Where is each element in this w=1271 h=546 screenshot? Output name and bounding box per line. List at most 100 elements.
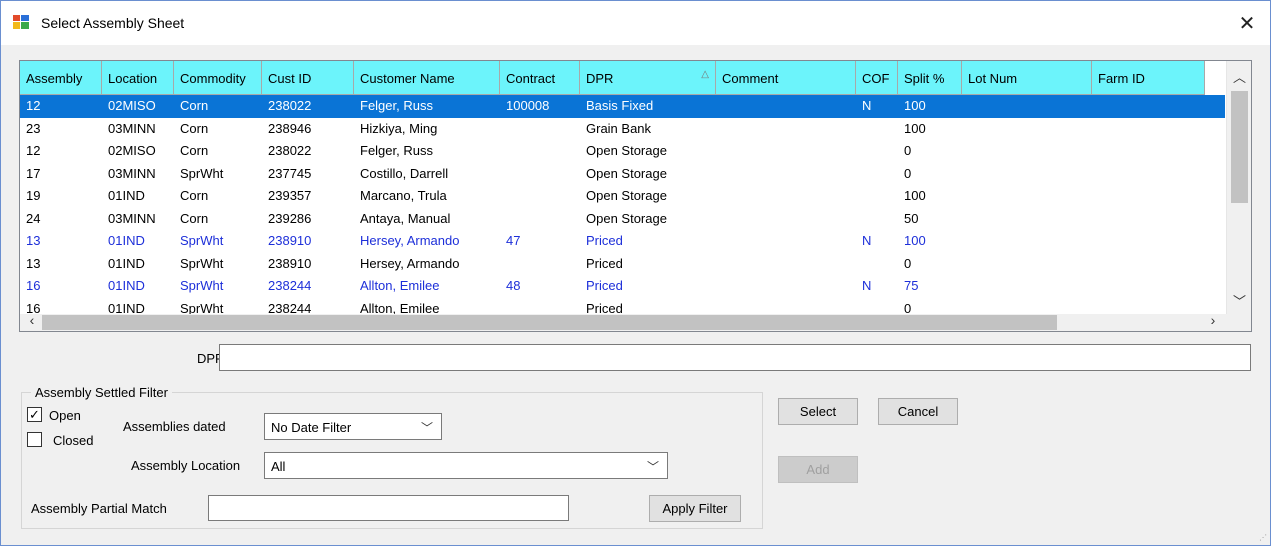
table-cell: Allton, Emilee bbox=[360, 278, 440, 293]
table-cell: 237745 bbox=[268, 165, 312, 181]
column-header[interactable]: Customer Name bbox=[354, 61, 500, 95]
table-cell bbox=[856, 118, 898, 141]
table-cell: 100008 bbox=[506, 98, 550, 113]
table-cell bbox=[962, 253, 1092, 276]
vertical-scrollbar[interactable]: ︿ ﹀ bbox=[1226, 61, 1251, 315]
horizontal-scrollbar[interactable]: ‹ › bbox=[20, 312, 1251, 331]
add-button[interactable]: Add bbox=[778, 456, 858, 483]
table-cell: 48 bbox=[506, 278, 521, 293]
table-row[interactable]: 12 02MISO Corn 238022 Felger, Russ 100008 Basi… bbox=[20, 95, 1225, 118]
column-header[interactable]: Cust ID bbox=[262, 61, 354, 95]
table-cell: N bbox=[862, 98, 872, 113]
partial-match-input[interactable] bbox=[208, 495, 569, 521]
column-header[interactable]: Comment bbox=[716, 61, 856, 95]
resize-grip-icon[interactable]: ⋰ bbox=[1259, 533, 1267, 542]
table-row[interactable]: 12 02MISO Corn 238022 Felger, Russ Open Stora… bbox=[20, 140, 1225, 163]
table-row[interactable]: 17 03MINN SprWht 237745 Costillo, Darrell Ope… bbox=[20, 163, 1225, 186]
assemblies-dated-label: Assemblies dated bbox=[123, 419, 226, 434]
scroll-up-icon[interactable]: ︿ bbox=[1227, 67, 1251, 89]
vertical-scroll-thumb[interactable] bbox=[1231, 91, 1248, 203]
table-cell: 03MINN bbox=[108, 120, 156, 136]
table-cell: 03MINN bbox=[108, 165, 156, 181]
date-filter-dropdown[interactable]: No Date Filter ﹀ bbox=[264, 413, 442, 440]
dpr-field[interactable] bbox=[219, 344, 1251, 371]
table-cell bbox=[962, 275, 1092, 298]
column-header[interactable]: Contract bbox=[500, 61, 580, 95]
table-cell: N bbox=[862, 233, 872, 248]
table-cell: Priced bbox=[586, 233, 623, 248]
column-header[interactable]: Assembly bbox=[20, 61, 102, 95]
closed-checkbox[interactable] bbox=[27, 432, 42, 447]
table-cell bbox=[856, 185, 898, 208]
table-cell: 19 bbox=[26, 188, 41, 203]
table-cell: SprWht bbox=[180, 165, 224, 181]
table-cell: Costillo, Darrell bbox=[360, 165, 449, 181]
table-row[interactable]: 19 01IND Corn 239357 Marcano, Trula Open Stor… bbox=[20, 185, 1225, 208]
table-cell bbox=[1092, 185, 1205, 208]
column-header[interactable]: COF bbox=[856, 61, 898, 95]
column-header[interactable]: Lot Num bbox=[962, 61, 1092, 95]
column-header[interactable]: Split % bbox=[898, 61, 962, 95]
horizontal-scroll-thumb[interactable] bbox=[42, 315, 1057, 330]
table-cell: 238022 bbox=[268, 98, 312, 113]
table-cell: Priced bbox=[586, 278, 623, 293]
table-cell bbox=[716, 253, 856, 276]
table-cell: Open Storage bbox=[586, 188, 667, 203]
partial-match-label: Assembly Partial Match bbox=[31, 501, 167, 516]
table-cell bbox=[500, 185, 580, 208]
location-dropdown[interactable]: All ﹀ bbox=[264, 452, 668, 479]
scroll-down-icon[interactable]: ﹀ bbox=[1227, 291, 1251, 313]
table-cell bbox=[716, 185, 856, 208]
table-cell bbox=[1092, 298, 1205, 316]
table-cell bbox=[500, 253, 580, 276]
close-button[interactable]: ✕ bbox=[1224, 1, 1270, 45]
table-cell bbox=[1092, 208, 1205, 231]
table-cell: Priced bbox=[586, 255, 623, 271]
table-cell: 01IND bbox=[108, 300, 145, 316]
table-cell bbox=[716, 230, 856, 253]
scroll-left-icon[interactable]: ‹ bbox=[22, 312, 42, 330]
assembly-grid[interactable]: Assembly Location Commodity Cust ID Customer… bbox=[19, 60, 1252, 332]
table-row[interactable]: 23 03MINN Corn 238946 Hizkiya, Ming Grain Ban… bbox=[20, 118, 1225, 141]
close-icon: ✕ bbox=[1238, 12, 1256, 35]
table-cell bbox=[1092, 253, 1205, 276]
table-cell: 100 bbox=[904, 188, 926, 203]
apply-filter-button[interactable]: Apply Filter bbox=[649, 495, 741, 522]
table-row[interactable]: 16 01IND SprWht 238244 Allton, Emilee 48 Price… bbox=[20, 275, 1225, 298]
table-cell: SprWht bbox=[180, 300, 224, 316]
table-cell: 02MISO bbox=[108, 98, 156, 113]
table-row[interactable]: 16 01IND SprWht 238244 Allton, Emilee Priced 0 bbox=[20, 298, 1225, 316]
cancel-button[interactable]: Cancel bbox=[878, 398, 958, 425]
open-checkbox[interactable]: ✓ bbox=[27, 407, 42, 422]
scroll-right-icon[interactable]: › bbox=[1203, 312, 1223, 330]
table-cell: Felger, Russ bbox=[360, 143, 433, 158]
table-row[interactable]: 13 01IND SprWht 238910 Hersey, Armando 47 Pric… bbox=[20, 230, 1225, 253]
table-cell: 03MINN bbox=[108, 210, 156, 226]
table-cell bbox=[1092, 140, 1205, 163]
table-cell bbox=[1092, 275, 1205, 298]
table-cell bbox=[716, 163, 856, 186]
table-cell: Priced bbox=[586, 300, 623, 316]
app-icon bbox=[13, 15, 29, 29]
table-cell: Open Storage bbox=[586, 210, 667, 226]
table-cell: 239286 bbox=[268, 210, 312, 226]
table-cell: 01IND bbox=[108, 233, 145, 248]
column-header[interactable]: Farm ID bbox=[1092, 61, 1205, 95]
table-cell bbox=[962, 298, 1092, 316]
chevron-down-icon: ﹀ bbox=[646, 460, 659, 474]
table-cell bbox=[500, 140, 580, 163]
table-cell: 0 bbox=[904, 300, 912, 316]
table-cell: 75 bbox=[904, 278, 919, 293]
select-button[interactable]: Select bbox=[778, 398, 858, 425]
table-cell bbox=[716, 118, 856, 141]
table-cell bbox=[962, 185, 1092, 208]
table-cell bbox=[500, 298, 580, 316]
table-row[interactable]: 24 03MINN Corn 239286 Antaya, Manual Open Sto… bbox=[20, 208, 1225, 231]
table-row[interactable]: 13 01IND SprWht 238910 Hersey, Armando Priced… bbox=[20, 253, 1225, 276]
table-cell bbox=[962, 140, 1092, 163]
column-header[interactable]: Commodity bbox=[174, 61, 262, 95]
column-header[interactable]: Location bbox=[102, 61, 174, 95]
table-cell: SprWht bbox=[180, 278, 224, 293]
column-header[interactable]: DPR △ bbox=[580, 61, 716, 95]
table-cell: 0 bbox=[904, 255, 912, 271]
